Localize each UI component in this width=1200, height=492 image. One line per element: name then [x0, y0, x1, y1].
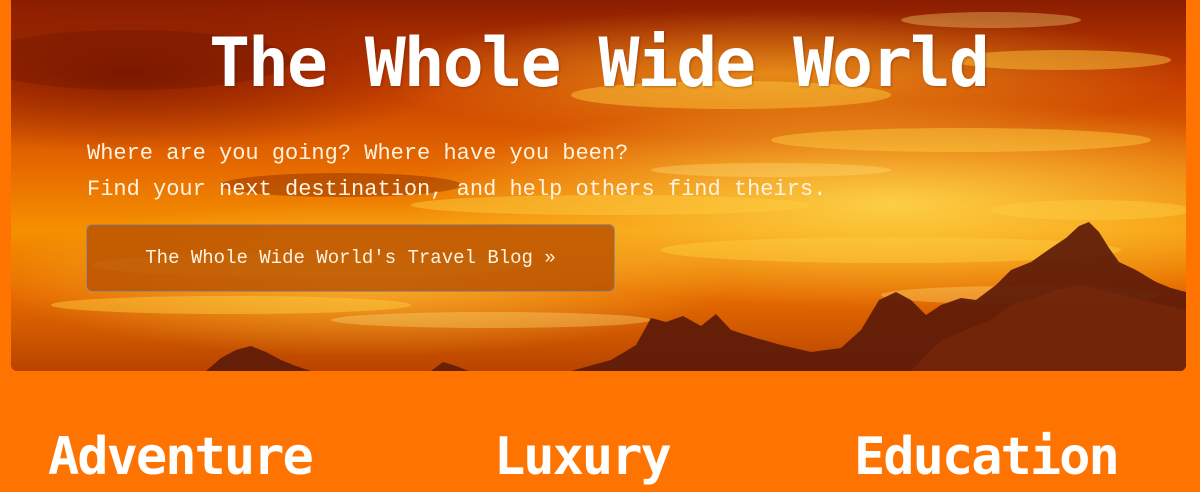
- page: The Whole Wide World Where are you going…: [0, 0, 1200, 492]
- tagline-line-2: Find your next destination, and help oth…: [87, 177, 827, 202]
- category-row: Adventure Luxury Education: [0, 420, 1200, 492]
- travel-blog-button[interactable]: The Whole Wide World's Travel Blog »: [86, 224, 615, 292]
- tagline-line-1: Where are you going? Where have you been…: [87, 141, 629, 166]
- category-adventure[interactable]: Adventure: [48, 420, 314, 492]
- category-luxury[interactable]: Luxury: [494, 420, 672, 492]
- hero-banner: The Whole Wide World Where are you going…: [11, 0, 1186, 371]
- site-title: The Whole Wide World: [209, 24, 990, 103]
- category-education[interactable]: Education: [854, 420, 1120, 492]
- hero-tagline: Where are you going? Where have you been…: [87, 136, 826, 208]
